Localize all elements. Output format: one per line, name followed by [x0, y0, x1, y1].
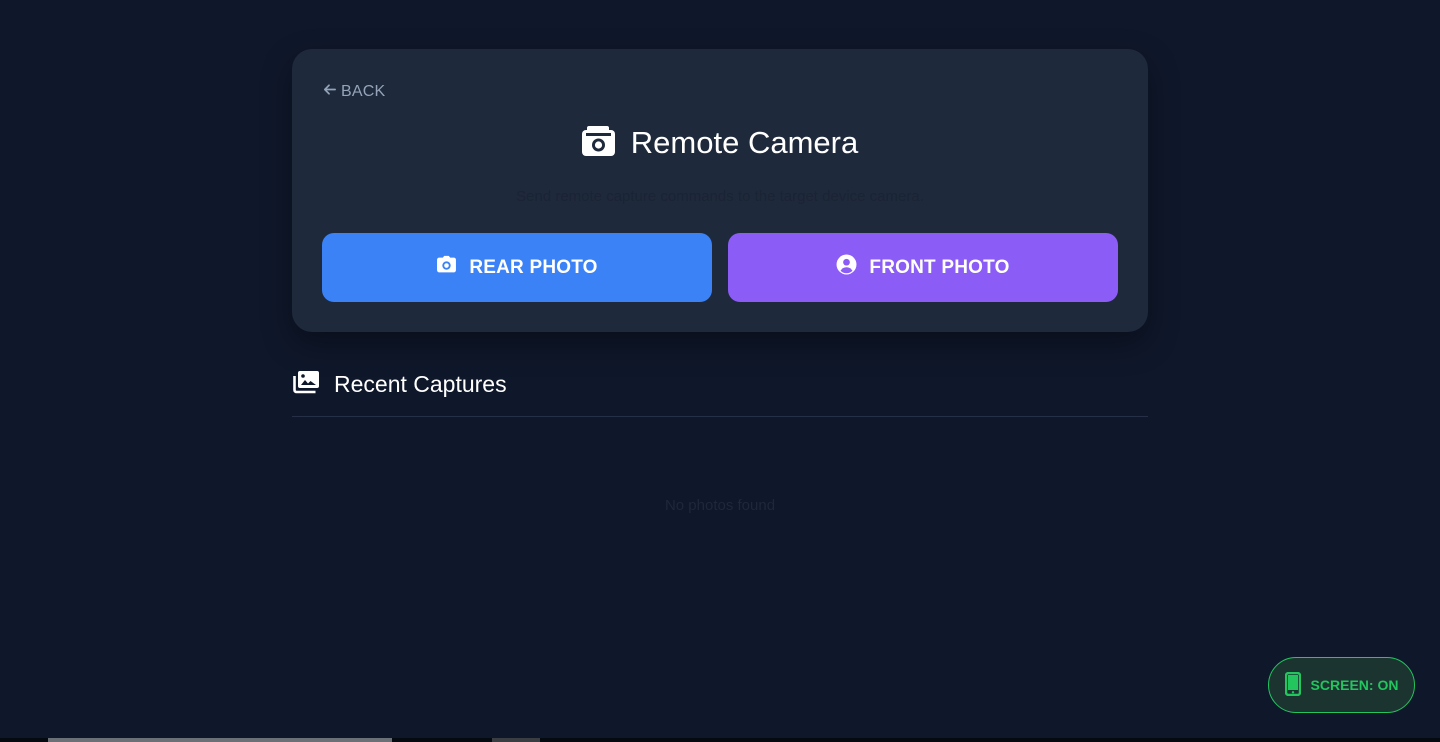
empty-state: No photos found	[664, 497, 776, 514]
section-title: Recent Captures	[334, 371, 507, 397]
taskbar-segment	[492, 738, 540, 742]
rear-photo-button[interactable]: REAR PHOTO	[322, 233, 712, 302]
recent-captures-header: Recent Captures	[292, 370, 507, 399]
page-title: Remote Camera	[630, 125, 859, 160]
arrow-left-icon	[322, 82, 337, 102]
screen-status-toggle[interactable]: SCREEN: ON	[1268, 657, 1415, 713]
section-divider	[292, 416, 1148, 417]
back-link[interactable]: BACK	[322, 82, 385, 102]
page: BACK Remote Camera Send remote capture c…	[0, 0, 1440, 742]
user-circle-icon	[836, 254, 857, 281]
rear-photo-label: REAR PHOTO	[469, 256, 598, 278]
images-icon	[292, 370, 320, 399]
page-header: Remote Camera	[292, 125, 1148, 161]
front-photo-label: FRONT PHOTO	[869, 256, 1010, 278]
mobile-phone-icon	[1284, 671, 1301, 699]
front-photo-button[interactable]: FRONT PHOTO	[728, 233, 1118, 302]
page-subtitle: Send remote capture commands to the targ…	[516, 188, 924, 205]
camera-control-card: BACK Remote Camera Send remote capture c…	[292, 49, 1148, 332]
back-label: BACK	[341, 83, 386, 100]
screen-status-label: SCREEN: ON	[1310, 677, 1399, 693]
camera-icon	[436, 254, 457, 281]
camera-rotate-icon	[581, 125, 615, 161]
scrollbar-thumb[interactable]	[48, 738, 392, 742]
